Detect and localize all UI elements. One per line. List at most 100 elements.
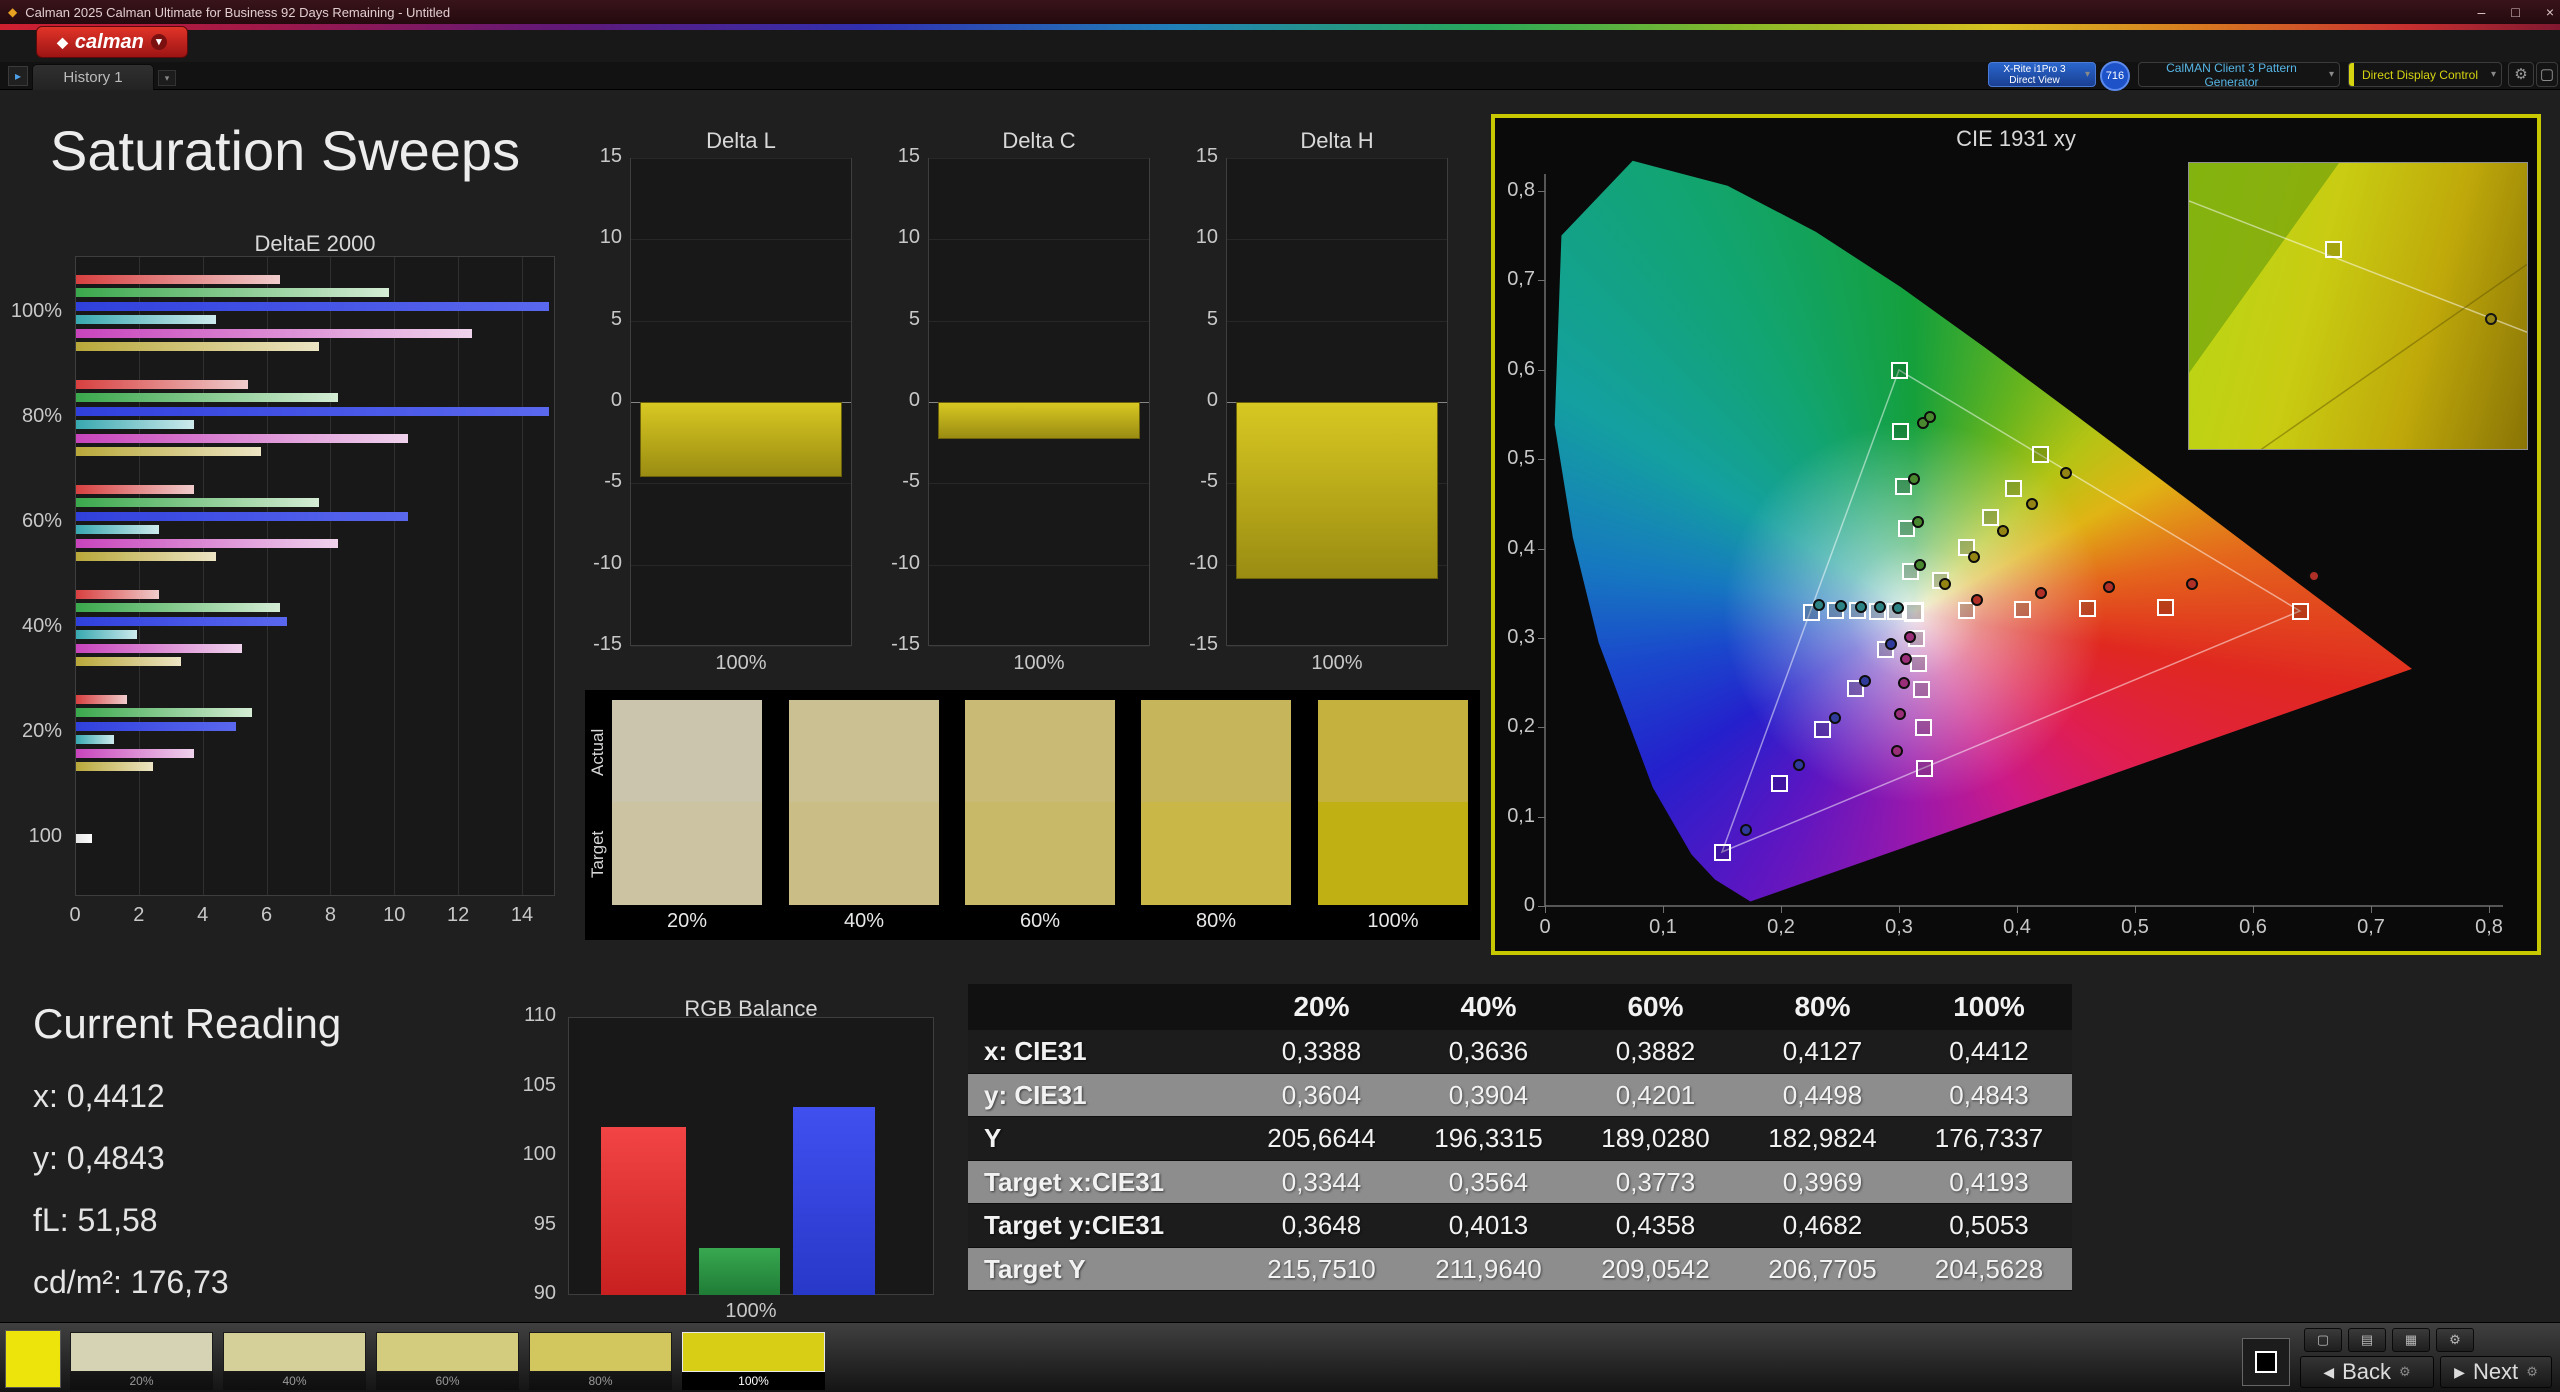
pattern-window-icon bbox=[2255, 1351, 2277, 1373]
cie-measurement-cyan bbox=[1812, 598, 1825, 611]
delta-y-tick-label: -5 bbox=[902, 470, 920, 493]
cie-target-green bbox=[1891, 361, 1908, 379]
display-control-button[interactable]: Direct Display Control ▾ bbox=[2348, 62, 2502, 87]
cie-x-tick-label: 0,4 bbox=[2003, 916, 2031, 938]
table-cell: 0,4127 bbox=[1782, 1036, 1863, 1066]
cie-x-tick bbox=[1899, 906, 1900, 913]
pattern-window-button[interactable] bbox=[2242, 1338, 2290, 1386]
table-cell: 205,6644 bbox=[1267, 1123, 1376, 1153]
gear-mini-button[interactable]: ⚙ bbox=[2436, 1328, 2474, 1352]
cie-target-red bbox=[2078, 600, 2096, 618]
cie-measurement-yellow bbox=[2025, 497, 2038, 510]
pattern-mini-button[interactable]: ▦ bbox=[2392, 1328, 2430, 1352]
level-swatch-20%[interactable] bbox=[70, 1332, 213, 1372]
deltae-group-label: 100% bbox=[10, 300, 62, 322]
cie-target-magenta bbox=[1915, 760, 1933, 778]
back-button[interactable]: ◀ Back ⚙ bbox=[2300, 1356, 2434, 1388]
level-swatch-100%[interactable] bbox=[682, 1332, 825, 1372]
rgb-y-tick-label: 90 bbox=[533, 1282, 556, 1304]
cie-y-tick-label: 0,7 bbox=[1507, 268, 1535, 291]
delta-bar bbox=[640, 402, 842, 477]
cie-inset-measurement-dot bbox=[2485, 313, 2497, 325]
table-cell: 0,3388 bbox=[1281, 1036, 1362, 1066]
deltae-gridline bbox=[394, 257, 396, 895]
cie-target-magenta bbox=[1914, 719, 1932, 737]
deltae-bar-blue bbox=[76, 721, 236, 731]
tab-overflow-button[interactable]: ▾ bbox=[158, 70, 176, 86]
cie-measurement-green bbox=[1911, 515, 1924, 528]
display-mini-button[interactable]: ▢ bbox=[2304, 1328, 2342, 1352]
cie-x-tick-label: 0,6 bbox=[2239, 916, 2267, 938]
swatch-target bbox=[789, 802, 939, 905]
current-reading-fl: fL: 51,58 bbox=[33, 1202, 158, 1238]
workspace-button[interactable]: ▢ bbox=[2536, 62, 2558, 87]
next-arrow-icon: ▶ bbox=[2454, 1363, 2465, 1380]
meter-select-button[interactable]: X-Rite i1Pro 3 Direct View ▾ bbox=[1988, 62, 2096, 87]
toolbar bbox=[0, 30, 2560, 62]
deltae-gridline bbox=[330, 257, 332, 895]
table-header-cell: 100% bbox=[1953, 991, 2025, 1022]
pattern-generator-button[interactable]: CalMAN Client 3 Pattern Generator ▾ bbox=[2138, 61, 2340, 89]
cie-target-magenta bbox=[1910, 654, 1928, 672]
table-header-cell: 20% bbox=[1293, 991, 1350, 1022]
delta-y-tick-label: 15 bbox=[897, 145, 920, 167]
deltae-bar-red bbox=[76, 484, 195, 494]
calman-logo-label: calman bbox=[74, 30, 144, 53]
current-reading-x: x: 0,4412 bbox=[33, 1078, 165, 1114]
tab-history-1[interactable]: History 1 bbox=[32, 64, 154, 90]
table-cell: 0,3648 bbox=[1281, 1210, 1362, 1240]
level-label-20%: 20% bbox=[70, 1372, 213, 1390]
table-cell: 0,4201 bbox=[1615, 1079, 1696, 1110]
table-cell: 0,4843 bbox=[1949, 1079, 2029, 1110]
swatch-target-label: Target bbox=[588, 830, 607, 878]
maximize-button[interactable]: □ bbox=[2511, 4, 2519, 20]
close-button[interactable]: × bbox=[2546, 4, 2554, 20]
meter-status-badge: 716 bbox=[2100, 61, 2130, 91]
level-label-40%: 40% bbox=[223, 1372, 366, 1390]
cie-measurement-blue bbox=[1739, 824, 1752, 837]
deltae-bar-green bbox=[76, 498, 319, 508]
table-row-label: Target y:CIE31 bbox=[984, 1210, 1165, 1240]
delta-gridline bbox=[929, 646, 1149, 647]
current-reading-cdm2: cd/m²: 176,73 bbox=[33, 1264, 229, 1300]
swatch-target bbox=[1318, 802, 1468, 905]
table-cell: 0,3604 bbox=[1281, 1079, 1362, 1110]
cie-inset-target-marker bbox=[2325, 241, 2342, 258]
table-cell: 196,3315 bbox=[1434, 1123, 1543, 1153]
next-button[interactable]: ▶ Next ⚙ bbox=[2440, 1356, 2552, 1388]
cie-y-tick-label: 0,1 bbox=[1507, 804, 1535, 827]
delta-x-axis-label: 100% bbox=[715, 652, 767, 674]
deltae-bar-cyan bbox=[76, 315, 217, 325]
delta-y-tick-label: 0 bbox=[610, 389, 622, 411]
deltae-x-tick-label: 2 bbox=[133, 904, 145, 926]
deltae-bar-red bbox=[76, 589, 160, 599]
level-swatch-40%[interactable] bbox=[223, 1332, 366, 1372]
deltae-gridline bbox=[522, 257, 524, 895]
swatch-label: 40% bbox=[843, 910, 885, 932]
delta-y-tick-label: -15 bbox=[593, 633, 622, 655]
table-cell: 189,0280 bbox=[1601, 1123, 1710, 1153]
calman-menu-button[interactable]: ◆ calman ▾ bbox=[36, 26, 188, 58]
table-cell: 0,3773 bbox=[1615, 1166, 1696, 1197]
cie-target-green bbox=[1892, 422, 1910, 440]
level-swatch-60%[interactable] bbox=[376, 1332, 519, 1372]
cie-x-tick-label: 0 bbox=[1539, 916, 1551, 938]
settings-gear-button[interactable]: ⚙ bbox=[2508, 62, 2534, 87]
back-label: Back bbox=[2342, 1359, 2392, 1384]
deltae-bar-yellow bbox=[76, 342, 319, 352]
deltae-bar-blue bbox=[76, 511, 409, 521]
cie-target-magenta bbox=[1912, 680, 1930, 698]
cie-zoom-inset bbox=[2188, 162, 2528, 450]
cie-measurement-magenta bbox=[1897, 676, 1910, 689]
minimize-button[interactable]: – bbox=[2478, 4, 2486, 20]
grid-mini-button[interactable]: ▤ bbox=[2348, 1328, 2386, 1352]
swatch-target bbox=[612, 802, 762, 905]
delta-bar bbox=[1236, 402, 1438, 580]
delta-l-title: Delta L bbox=[706, 128, 776, 153]
level-swatch-80%[interactable] bbox=[529, 1332, 672, 1372]
tab-scroll-button[interactable]: ▸ bbox=[8, 66, 28, 86]
cie-target-blue bbox=[1714, 844, 1731, 862]
swatch-actual-label: Actual bbox=[588, 728, 607, 776]
swatch-actual bbox=[789, 700, 939, 802]
window-controls: – □ × bbox=[2478, 0, 2554, 24]
